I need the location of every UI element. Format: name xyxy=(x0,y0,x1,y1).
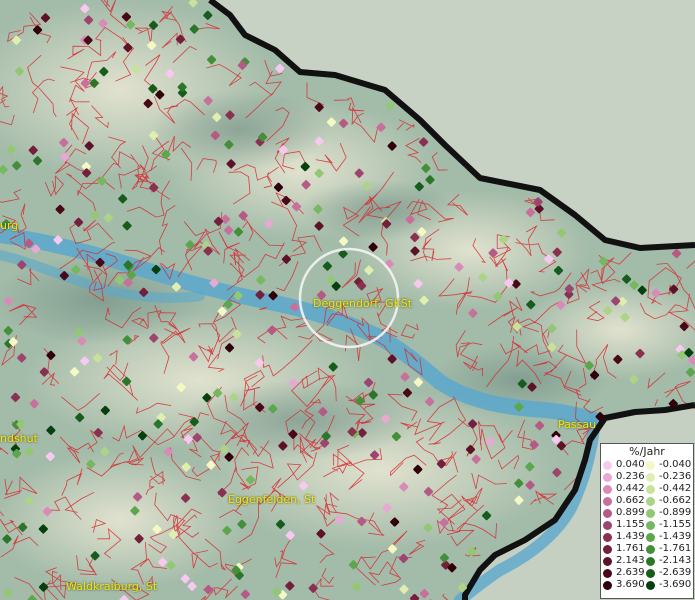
legend-swatch xyxy=(603,496,612,506)
legend-swatch xyxy=(646,484,655,494)
place-label-waldkraiburg[interactable]: Waldkraiburg, St xyxy=(66,580,157,593)
legend-entry-positive: 0.899 xyxy=(603,507,646,519)
legend-row: 2.639 -2.639 xyxy=(603,567,691,579)
place-label-eggenfelden[interactable]: Eggenfelden, St xyxy=(228,493,315,506)
legend-swatch xyxy=(603,520,612,530)
legend-value: 0.899 xyxy=(616,507,645,518)
legend-entry-positive: 1.439 xyxy=(603,531,646,543)
legend-value: -0.899 xyxy=(659,507,692,518)
legend-entry-positive: 2.143 xyxy=(603,555,646,567)
place-label-passau[interactable]: Passau xyxy=(558,418,596,431)
legend-swatch xyxy=(646,472,655,482)
legend-swatch xyxy=(646,556,655,566)
legend-entry-negative: -0.442 xyxy=(646,483,691,495)
legend-swatch xyxy=(603,460,612,470)
legend-value: 1.155 xyxy=(616,519,645,530)
legend-swatch xyxy=(646,580,655,590)
legend-value: 1.439 xyxy=(616,531,645,542)
legend-row: 1.761 -1.761 xyxy=(603,543,691,555)
map-legend: %/Jahr 0.040 -0.040 0.236 -0.236 0.442 -0.442… xyxy=(600,443,694,599)
legend-row: 0.236 -0.236 xyxy=(603,471,691,483)
legend-swatch xyxy=(646,544,655,554)
legend-swatch xyxy=(646,520,655,530)
legend-row: 2.143 -2.143 xyxy=(603,555,691,567)
legend-value: 2.143 xyxy=(616,555,645,566)
legend-swatch xyxy=(603,532,612,542)
legend-entry-positive: 3.690 xyxy=(603,579,646,591)
legend-swatch xyxy=(646,496,655,506)
legend-value: -0.662 xyxy=(659,495,692,506)
legend-entry-positive: 0.040 xyxy=(603,459,646,471)
legend-entry-positive: 1.761 xyxy=(603,543,646,555)
legend-value: -2.143 xyxy=(659,555,692,566)
legend-rows: 0.040 -0.040 0.236 -0.236 0.442 -0.442 0.662 -0… xyxy=(603,459,691,591)
legend-value: -1.761 xyxy=(659,543,692,554)
legend-value: -0.040 xyxy=(659,459,692,470)
legend-row: 0.442 -0.442 xyxy=(603,483,691,495)
legend-entry-negative: -3.690 xyxy=(646,579,691,591)
legend-swatch xyxy=(646,508,655,518)
legend-entry-negative: -2.639 xyxy=(646,567,691,579)
legend-value: 0.662 xyxy=(616,495,645,506)
legend-entry-negative: -1.761 xyxy=(646,543,691,555)
legend-swatch xyxy=(603,568,612,578)
legend-value: 2.639 xyxy=(616,567,645,578)
legend-entry-positive: 1.155 xyxy=(603,519,646,531)
legend-value: -2.639 xyxy=(659,567,692,578)
legend-value: -1.155 xyxy=(659,519,692,530)
legend-swatch xyxy=(603,508,612,518)
legend-swatch xyxy=(603,544,612,554)
legend-entry-positive: 2.639 xyxy=(603,567,646,579)
place-label-landshut[interactable]: ndshut xyxy=(0,432,38,445)
legend-row: 0.040 -0.040 xyxy=(603,459,691,471)
legend-value: 3.690 xyxy=(616,579,645,590)
legend-entry-negative: -1.439 xyxy=(646,531,691,543)
legend-entry-negative: -0.899 xyxy=(646,507,691,519)
legend-value: -3.690 xyxy=(659,579,692,590)
legend-row: 1.155 -1.155 xyxy=(603,519,691,531)
legend-swatch xyxy=(603,556,612,566)
legend-value: -0.236 xyxy=(659,471,692,482)
legend-swatch xyxy=(646,460,655,470)
legend-value: 0.040 xyxy=(616,459,645,470)
legend-entry-positive: 0.236 xyxy=(603,471,646,483)
legend-row: 3.690 -3.690 xyxy=(603,579,691,591)
legend-value: -0.442 xyxy=(659,483,692,494)
legend-entry-negative: -2.143 xyxy=(646,555,691,567)
legend-entry-negative: -1.155 xyxy=(646,519,691,531)
legend-entry-positive: 0.442 xyxy=(603,483,646,495)
legend-entry-negative: -0.040 xyxy=(646,459,691,471)
place-label-straubing[interactable]: urg xyxy=(0,219,18,232)
legend-swatch xyxy=(646,568,655,578)
legend-value: 0.236 xyxy=(616,471,645,482)
legend-value: -1.439 xyxy=(659,531,692,542)
legend-row: 0.662 -0.662 xyxy=(603,495,691,507)
legend-swatch xyxy=(603,472,612,482)
legend-entry-positive: 0.662 xyxy=(603,495,646,507)
legend-value: 1.761 xyxy=(616,543,645,554)
place-label-deggendorf[interactable]: Deggendorf, GKSt xyxy=(313,297,412,310)
legend-swatch xyxy=(646,532,655,542)
legend-swatch xyxy=(603,580,612,590)
legend-entry-negative: -0.236 xyxy=(646,471,691,483)
legend-entry-negative: -0.662 xyxy=(646,495,691,507)
legend-value: 0.442 xyxy=(616,483,645,494)
legend-swatch xyxy=(603,484,612,494)
legend-row: 1.439 -1.439 xyxy=(603,531,691,543)
legend-title: %/Jahr xyxy=(629,445,665,458)
legend-row: 0.899 -0.899 xyxy=(603,507,691,519)
